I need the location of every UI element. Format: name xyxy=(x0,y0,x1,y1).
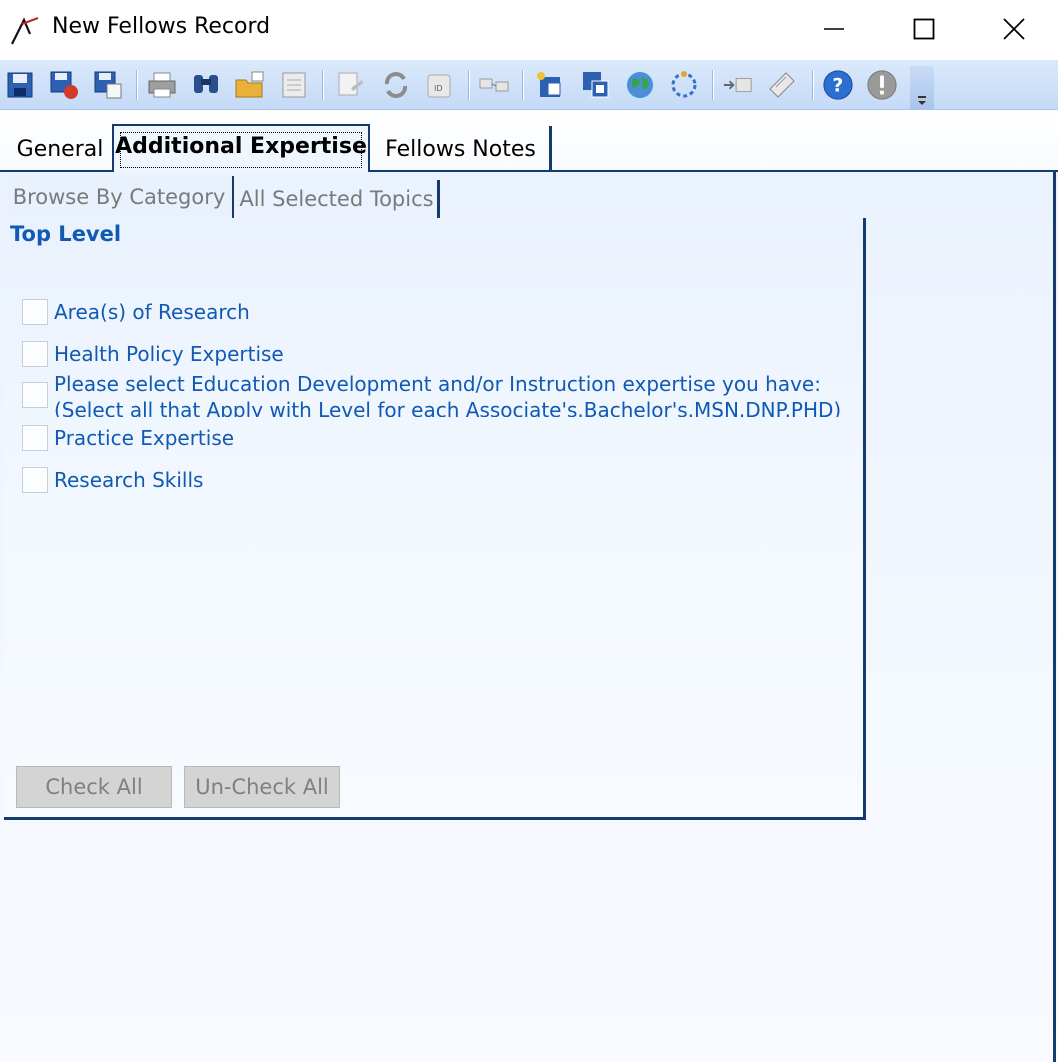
svg-text:ID: ID xyxy=(434,84,443,93)
warning-icon[interactable] xyxy=(866,68,898,102)
subtab-all-selected-topics[interactable]: All Selected Topics xyxy=(236,180,440,218)
tab-fellows-notes[interactable]: Fellows Notes xyxy=(372,126,552,172)
checkbox-label-line2[interactable]: (Select all that Apply with Level for ea… xyxy=(54,397,841,417)
title-bar: New Fellows Record xyxy=(0,0,1058,60)
svg-text:?: ? xyxy=(832,76,843,97)
toolbar-separator xyxy=(468,70,470,100)
checkbox[interactable] xyxy=(22,425,48,451)
web-icon[interactable] xyxy=(624,68,656,102)
save-and-new-icon[interactable] xyxy=(92,68,124,102)
print-icon[interactable] xyxy=(146,68,178,102)
maximize-icon xyxy=(913,18,935,40)
checkbox-label[interactable]: Area(s) of Research xyxy=(54,299,250,325)
category-heading: Top Level xyxy=(10,222,122,246)
find-icon[interactable] xyxy=(190,68,222,102)
close-button[interactable] xyxy=(968,0,1058,58)
notes-icon[interactable] xyxy=(334,68,366,102)
duplicate-icon[interactable] xyxy=(580,68,612,102)
open-folder-icon[interactable] xyxy=(234,68,266,102)
checkbox[interactable] xyxy=(22,341,48,367)
id-card-icon[interactable]: ID xyxy=(424,68,456,102)
uncheck-all-button[interactable]: Un-Check All xyxy=(184,766,340,808)
toolbar-overflow-button[interactable] xyxy=(910,66,934,110)
tab-additional-label: Additional Expertise xyxy=(115,133,367,159)
checkbox[interactable] xyxy=(22,467,48,493)
checkbox-label[interactable]: Research Skills xyxy=(54,467,203,493)
minimize-icon xyxy=(824,28,844,30)
checkbox-label[interactable]: Please select Education Development and/… xyxy=(54,371,821,397)
save-icon[interactable] xyxy=(4,68,36,102)
tab-additional-expertise[interactable]: Additional Expertise xyxy=(112,124,370,172)
process-icon[interactable] xyxy=(668,68,700,102)
main-panel-border xyxy=(1053,170,1056,1062)
checkbox-label[interactable]: Health Policy Expertise xyxy=(54,341,284,367)
import-icon[interactable] xyxy=(722,68,754,102)
minimize-button[interactable] xyxy=(788,0,880,58)
edit-icon[interactable] xyxy=(766,68,798,102)
app-logo-icon xyxy=(11,16,39,45)
tab-general-label: General xyxy=(16,136,104,162)
toolbar-separator xyxy=(136,70,138,100)
checkbox-label[interactable]: Practice Expertise xyxy=(54,425,234,451)
refresh-icon[interactable] xyxy=(380,68,412,102)
checkbox[interactable] xyxy=(22,299,48,325)
save-and-close-icon[interactable] xyxy=(48,68,80,102)
tab-notes-label: Fellows Notes xyxy=(385,136,536,162)
checkbox[interactable] xyxy=(22,382,48,408)
overflow-chevron-icon xyxy=(918,96,926,105)
new-record-icon[interactable] xyxy=(534,68,566,102)
check-all-button[interactable]: Check All xyxy=(16,766,172,808)
subtab-browse-by-category[interactable]: Browse By Category xyxy=(6,176,234,218)
window-title: New Fellows Record xyxy=(52,14,271,39)
toolbar-separator xyxy=(712,70,714,100)
properties-icon[interactable] xyxy=(278,68,310,102)
maximize-button[interactable] xyxy=(878,0,970,58)
link-icon[interactable] xyxy=(478,68,510,102)
toolbar-separator xyxy=(322,70,324,100)
tab-general[interactable]: General xyxy=(8,126,112,172)
toolbar-separator xyxy=(522,70,524,100)
help-icon[interactable]: ? xyxy=(822,68,854,102)
toolbar: ID ? xyxy=(0,60,1058,110)
subtab-all-label: All Selected Topics xyxy=(239,187,434,211)
subtab-browse-label: Browse By Category xyxy=(12,185,226,209)
close-icon xyxy=(1003,18,1025,40)
toolbar-separator xyxy=(812,70,814,100)
